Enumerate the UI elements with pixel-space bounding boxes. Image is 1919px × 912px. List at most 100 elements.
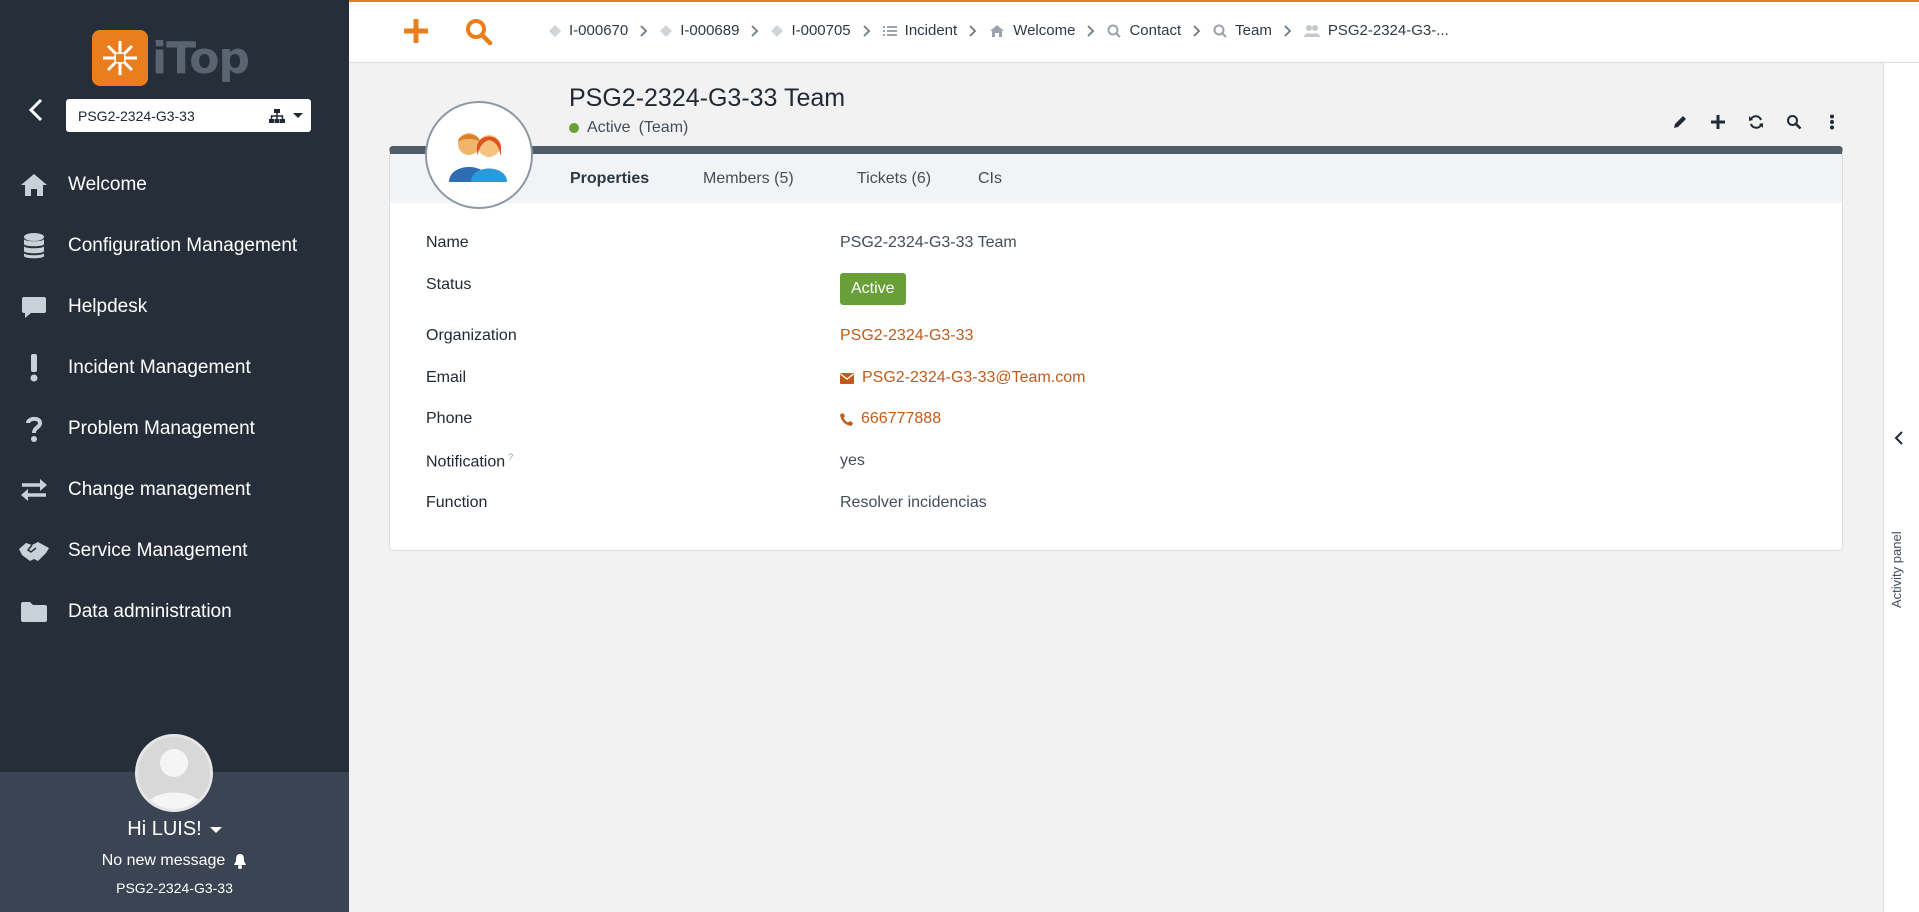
sitemap-icon [269, 108, 285, 123]
collapse-sidebar-button[interactable] [22, 96, 50, 124]
pencil-icon [1674, 116, 1686, 128]
field-label-notification-text: Notification [426, 453, 506, 471]
field-value-email: PSG2-2324-G3-33@Team.com [840, 369, 1085, 387]
user-avatar[interactable] [135, 734, 213, 812]
menu-item-label: Service Management [68, 539, 248, 561]
tab-tickets[interactable]: Tickets (6) [857, 154, 931, 203]
breadcrumb-label: I-000689 [680, 22, 740, 39]
object-status: Active (Team) [569, 119, 688, 137]
breadcrumb-item[interactable]: I-000705 [771, 22, 851, 39]
menu-item-welcome[interactable]: Welcome [0, 154, 349, 215]
menu-item-configuration-management[interactable]: Configuration Management [0, 215, 349, 276]
object-details-panel: Properties Members (5) Tickets (6) CIs [389, 146, 1843, 551]
chevron-left-icon [1894, 431, 1903, 445]
help-hint-icon[interactable]: ? [508, 452, 513, 462]
chevron-right-icon [1087, 24, 1095, 37]
field-value-notification: yes [840, 452, 865, 469]
phone-link[interactable]: 666777888 [840, 410, 941, 428]
new-object-button[interactable] [403, 18, 429, 49]
team-icon [1303, 24, 1320, 37]
menu-item-helpdesk[interactable]: Helpdesk [0, 276, 349, 337]
new-button[interactable] [1708, 112, 1728, 132]
itop-logo-mark-icon [92, 30, 148, 86]
more-actions-button[interactable] [1822, 112, 1842, 132]
global-search-button[interactable] [465, 18, 493, 51]
breadcrumb-label: Contact [1129, 22, 1182, 39]
home-icon [990, 24, 1005, 37]
field-label-function: Function [426, 494, 488, 511]
tab-members[interactable]: Members (5) [703, 154, 794, 203]
tab-properties[interactable]: Properties [570, 154, 649, 203]
itop-logo[interactable]: iTop [92, 30, 250, 86]
field-label-phone: Phone [426, 410, 473, 427]
breadcrumb-item[interactable]: Contact [1107, 22, 1181, 39]
breadcrumb-item[interactable]: Team [1213, 22, 1272, 39]
breadcrumb-label: Incident [904, 22, 958, 39]
exchange-icon [0, 475, 68, 505]
database-icon [0, 231, 68, 261]
team-icon [449, 133, 507, 182]
field-value-status: Active [840, 273, 906, 305]
status-dot-icon [569, 123, 579, 133]
field-value-name: PSG2-2324-G3-33 Team [840, 234, 1017, 251]
menu-item-change-management[interactable]: Change management [0, 459, 349, 520]
email-link[interactable]: PSG2-2324-G3-33@Team.com [840, 369, 1085, 387]
menu-item-service-management[interactable]: Service Management [0, 520, 349, 581]
menu-item-data-administration[interactable]: Data administration [0, 581, 349, 642]
menu-item-incident-management[interactable]: Incident Management [0, 337, 349, 398]
ticket-icon [549, 24, 561, 37]
main-menu: Welcome Configuration Management Helpdes… [0, 154, 349, 642]
edit-button[interactable] [1670, 112, 1690, 132]
chevron-down-icon [209, 826, 222, 833]
team-avatar [425, 101, 533, 209]
breadcrumb-label: PSG2-2324-G3-... [1327, 22, 1449, 39]
object-tabs: Properties Members (5) Tickets (6) CIs [390, 154, 1842, 203]
breadcrumb-item[interactable]: I-000670 [549, 22, 628, 39]
breadcrumb-item[interactable]: PSG2-2324-G3-... [1303, 22, 1449, 39]
logo-text: iTop [152, 32, 250, 84]
exclamation-icon [0, 353, 68, 383]
chevron-down-icon [293, 113, 303, 118]
breadcrumb-item[interactable]: Welcome [989, 22, 1075, 39]
organization-link[interactable]: PSG2-2324-G3-33 [840, 327, 973, 345]
page-title: PSG2-2324-G3-33 Team [569, 84, 846, 112]
breadcrumb: I-000670 I-000689 I-000705 Incident Welc… [549, 22, 1449, 39]
search-button[interactable] [1784, 112, 1804, 132]
search-icon [1787, 115, 1802, 130]
activity-panel-label: Activity panel [1889, 531, 1904, 608]
field-label-notification: Notification? [426, 452, 513, 471]
search-icon [1107, 24, 1122, 38]
menu-item-label: Welcome [68, 173, 147, 195]
menu-item-label: Problem Management [68, 417, 255, 439]
breadcrumb-item[interactable]: I-000689 [660, 22, 739, 39]
question-icon [0, 414, 68, 444]
menu-item-problem-management[interactable]: Problem Management [0, 398, 349, 459]
user-menu-toggle[interactable]: Hi LUIS! [0, 818, 349, 841]
organization-selector-value: PSG2-2324-G3-33 [78, 107, 195, 124]
search-icon [1213, 24, 1227, 38]
organization-selector[interactable]: PSG2-2324-G3-33 [66, 99, 311, 132]
home-icon [0, 170, 68, 200]
chevron-right-icon [1284, 24, 1292, 37]
chevron-right-icon [751, 24, 759, 37]
refresh-button[interactable] [1746, 112, 1766, 132]
field-label-organization: Organization [426, 327, 517, 344]
menu-item-label: Configuration Management [68, 234, 298, 256]
comment-icon [0, 292, 68, 322]
field-value-organization: PSG2-2324-G3-33 [840, 327, 973, 345]
activity-panel-toggle[interactable] [1894, 431, 1904, 450]
tab-cis[interactable]: CIs [978, 154, 1002, 203]
field-value-function: Resolver incidencias [840, 494, 987, 511]
activity-panel: Activity panel [1883, 63, 1919, 912]
breadcrumb-label: I-000705 [791, 22, 851, 39]
user-silhouette-icon [146, 749, 202, 809]
object-actions [1670, 112, 1842, 132]
menu-item-label: Change management [68, 478, 251, 500]
plus-icon [404, 19, 428, 43]
bell-icon [234, 854, 247, 869]
notifications[interactable]: No new message [0, 852, 349, 870]
field-value-phone: 666777888 [840, 410, 941, 428]
breadcrumb-item[interactable]: Incident [882, 22, 958, 39]
folder-icon [0, 597, 68, 627]
chevron-right-icon [969, 24, 977, 37]
